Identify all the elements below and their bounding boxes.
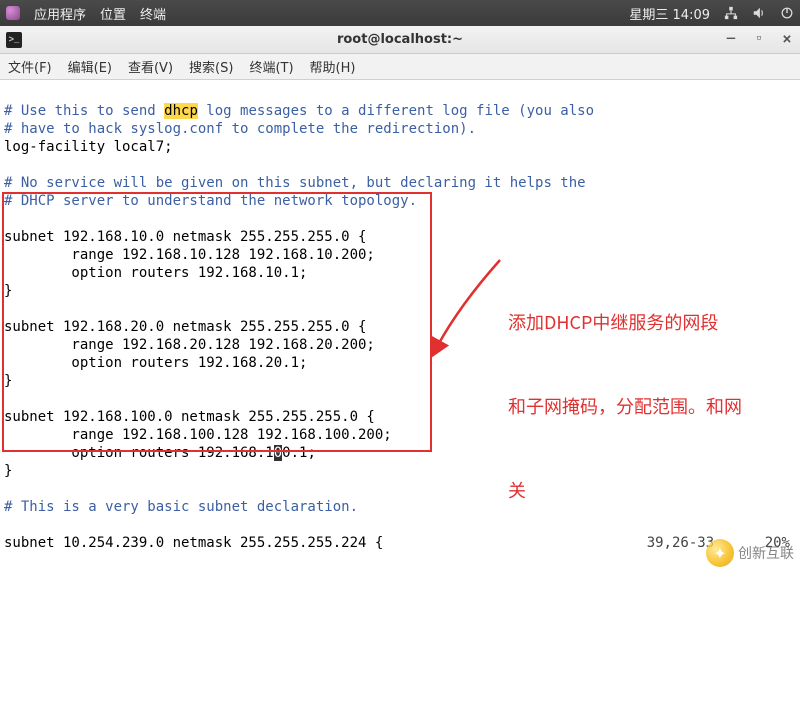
menu-search[interactable]: 搜索(S) [189, 57, 233, 76]
config-line: option routers 192.168.10.1; [4, 265, 307, 281]
menu-file[interactable]: 文件(F) [8, 57, 52, 76]
text-cursor: 0 [274, 445, 282, 461]
menu-edit[interactable]: 编辑(E) [68, 57, 112, 76]
comment-line: # No service will be given on this subne… [4, 175, 586, 191]
annotation-line: 和子网掩码，分配范围。和网 [508, 392, 788, 420]
terminal-content[interactable]: # Use this to send dhcp log messages to … [0, 80, 800, 718]
comment-line: # Use this to send [4, 103, 164, 119]
annotation-arrow [430, 250, 510, 360]
config-line: option routers 192.168.20.1; [4, 355, 307, 371]
config-line: log-facility local7; [4, 139, 173, 155]
config-line: range 192.168.20.128 192.168.20.200; [4, 337, 375, 353]
config-line: subnet 192.168.10.0 netmask 255.255.255.… [4, 229, 366, 245]
close-button[interactable]: ✕ [778, 31, 796, 48]
terminal-menu-shortcut[interactable]: 终端 [140, 4, 166, 23]
annotation-text: 添加DHCP中继服务的网段 和子网掩码，分配范围。和网 关 [508, 252, 788, 560]
gnome-foot-icon [6, 6, 20, 20]
annotation-line: 添加DHCP中继服务的网段 [508, 308, 788, 336]
applications-menu[interactable]: 应用程序 [34, 4, 86, 23]
volume-icon[interactable] [752, 6, 766, 20]
places-menu[interactable]: 位置 [100, 4, 126, 23]
config-line: subnet 192.168.100.0 netmask 255.255.255… [4, 409, 375, 425]
annotation-line: 关 [508, 476, 788, 504]
window-title: root@localhost:~ [337, 32, 463, 47]
config-line: 0.1; [282, 445, 316, 461]
config-line: option routers 192.168.1 [4, 445, 274, 461]
menu-view[interactable]: 查看(V) [128, 57, 173, 76]
network-icon[interactable] [724, 6, 738, 20]
maximize-button[interactable]: ▫ [750, 31, 768, 48]
power-icon[interactable] [780, 6, 794, 20]
comment-line: log messages to a different log file (yo… [198, 103, 594, 119]
search-highlight: dhcp [164, 103, 198, 119]
minimize-button[interactable]: — [722, 31, 740, 48]
clock: 星期三 14:09 [629, 4, 710, 23]
config-line: } [4, 463, 12, 479]
terminal-menubar: 文件(F) 编辑(E) 查看(V) 搜索(S) 终端(T) 帮助(H) [0, 54, 800, 80]
comment-line: # have to hack syslog.conf to complete t… [4, 121, 476, 137]
comment-line: # DHCP server to understand the network … [4, 193, 417, 209]
config-line: } [4, 283, 12, 299]
terminal-icon: >_ [6, 32, 22, 48]
watermark-text: 创新互联 [738, 543, 794, 563]
config-line: range 192.168.100.128 192.168.100.200; [4, 427, 392, 443]
menu-help[interactable]: 帮助(H) [310, 57, 356, 76]
config-line: range 192.168.10.128 192.168.10.200; [4, 247, 375, 263]
config-line: } [4, 373, 12, 389]
config-line: subnet 192.168.20.0 netmask 255.255.255.… [4, 319, 366, 335]
watermark: ✦ 创新互联 [706, 539, 794, 567]
comment-line: # This is a very basic subnet declaratio… [4, 499, 358, 515]
watermark-icon: ✦ [706, 539, 734, 567]
desktop-top-panel: 应用程序 位置 终端 星期三 14:09 [0, 0, 800, 26]
config-line: subnet 10.254.239.0 netmask 255.255.255.… [4, 535, 383, 551]
window-titlebar[interactable]: >_ root@localhost:~ — ▫ ✕ [0, 26, 800, 54]
menu-terminal[interactable]: 终端(T) [249, 57, 293, 76]
cursor-position: 39,26-33 [647, 535, 714, 551]
